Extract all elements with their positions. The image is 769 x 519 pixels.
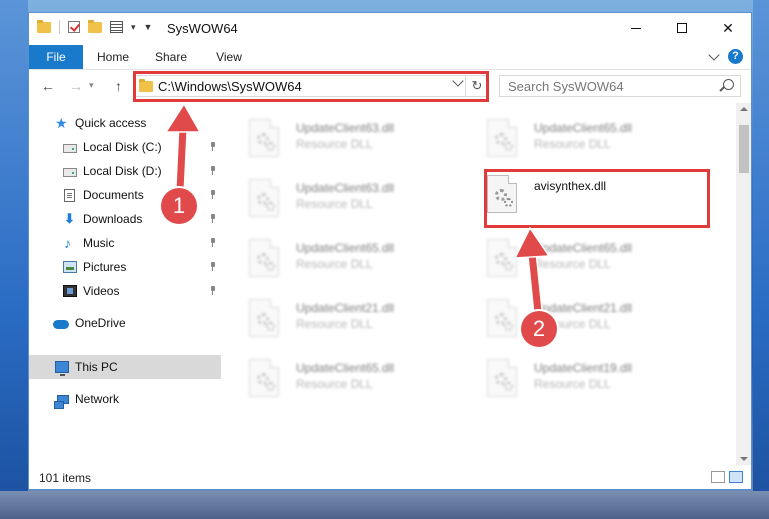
- annotation-arrows: [164, 102, 551, 313]
- step-badge-1: 1: [161, 188, 197, 224]
- step-badge-2: 2: [521, 311, 557, 347]
- arrow-to-file: [513, 226, 551, 313]
- arrow-to-address-bar: [164, 102, 202, 191]
